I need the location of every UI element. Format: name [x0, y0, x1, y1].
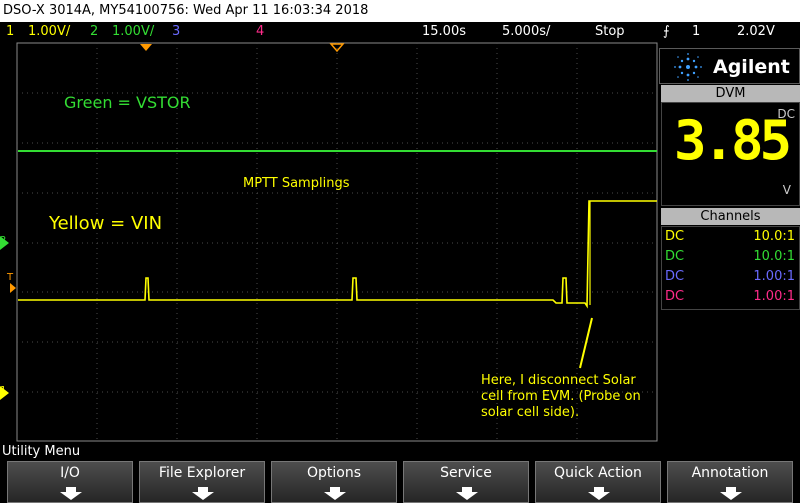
arrow-down-icon: [456, 487, 478, 500]
softkey-label: Options: [306, 465, 362, 481]
channel-probe-ratio: 10.0:1: [753, 229, 795, 244]
channel-coupling: DC: [665, 249, 685, 264]
ch2-marker-label: 2: [0, 235, 7, 246]
trigger-level-marker: [10, 283, 16, 293]
info-panel: Agilent DVM DC 3.85 V Channels DC 10.0:1…: [659, 45, 800, 441]
channel-coupling: DC: [665, 289, 685, 304]
dvm-unit: V: [782, 183, 791, 197]
channel-probe-ratio: 10.0:1: [753, 249, 795, 264]
time-reference-marker: [329, 43, 345, 53]
softkey-bar: I/O File Explorer Options Service Quick …: [0, 461, 800, 503]
channels-header: Channels: [661, 208, 800, 225]
channels-list: DC 10.0:1 DC 10.0:1 DC 1.00:1 DC 1.00:1: [661, 226, 800, 310]
softkey-options[interactable]: Options: [271, 461, 397, 503]
agilent-spark-icon: [674, 53, 702, 81]
note-line-2: cell from EVM. (Probe on: [481, 389, 641, 404]
dvm-value: 3.85: [674, 109, 792, 172]
ch1-marker-label: 1: [0, 385, 7, 396]
channel-probe-ratio: 1.00:1: [753, 269, 795, 284]
note-line-3: solar cell side).: [481, 405, 580, 420]
channel-probe-ratio: 1.00:1: [753, 289, 795, 304]
softkey-label: Service: [440, 465, 492, 481]
annotation-arrow: [579, 317, 593, 369]
channel-coupling: DC: [665, 229, 685, 244]
agilent-logo: Agilent: [659, 48, 800, 84]
softkey-label: I/O: [60, 465, 80, 481]
softkey-quick-action[interactable]: Quick Action: [535, 461, 661, 503]
arrow-down-icon: [192, 487, 214, 500]
note-line-1: Here, I disconnect Solar: [481, 373, 636, 388]
dvm-header: DVM: [661, 85, 800, 102]
softkey-label: File Explorer: [158, 465, 246, 481]
softkey-service[interactable]: Service: [403, 461, 529, 503]
label-yellow-vin: Yellow = VIN: [49, 213, 163, 234]
trigger-position-marker: [140, 44, 152, 51]
trigger-marker-label: T: [7, 272, 14, 283]
brand-name: Agilent: [713, 56, 790, 78]
arrow-down-icon: [60, 487, 82, 500]
arrow-down-icon: [324, 487, 346, 500]
menu-title: Utility Menu: [2, 444, 81, 459]
label-mptt-samplings: MPTT Samplings: [243, 176, 350, 191]
channel-row-3[interactable]: DC 1.00:1: [662, 267, 799, 287]
arrow-down-icon: [720, 487, 742, 500]
softkey-label: Quick Action: [554, 465, 642, 481]
label-green-vstor: Green = VSTOR: [64, 93, 191, 112]
channel-row-1[interactable]: DC 10.0:1: [662, 227, 799, 247]
softkey-io[interactable]: I/O: [7, 461, 133, 503]
channel-row-2[interactable]: DC 10.0:1: [662, 247, 799, 267]
softkey-file-explorer[interactable]: File Explorer: [139, 461, 265, 503]
softkey-label: Annotation: [691, 465, 769, 481]
label-disconnect-note: Here, I disconnect Solar cell from EVM. …: [481, 373, 641, 421]
softkey-annotation[interactable]: Annotation: [667, 461, 793, 503]
channel-row-4[interactable]: DC 1.00:1: [662, 287, 799, 307]
dvm-readout[interactable]: DC 3.85 V: [661, 102, 800, 206]
channel-coupling: DC: [665, 269, 685, 284]
arrow-down-icon: [588, 487, 610, 500]
